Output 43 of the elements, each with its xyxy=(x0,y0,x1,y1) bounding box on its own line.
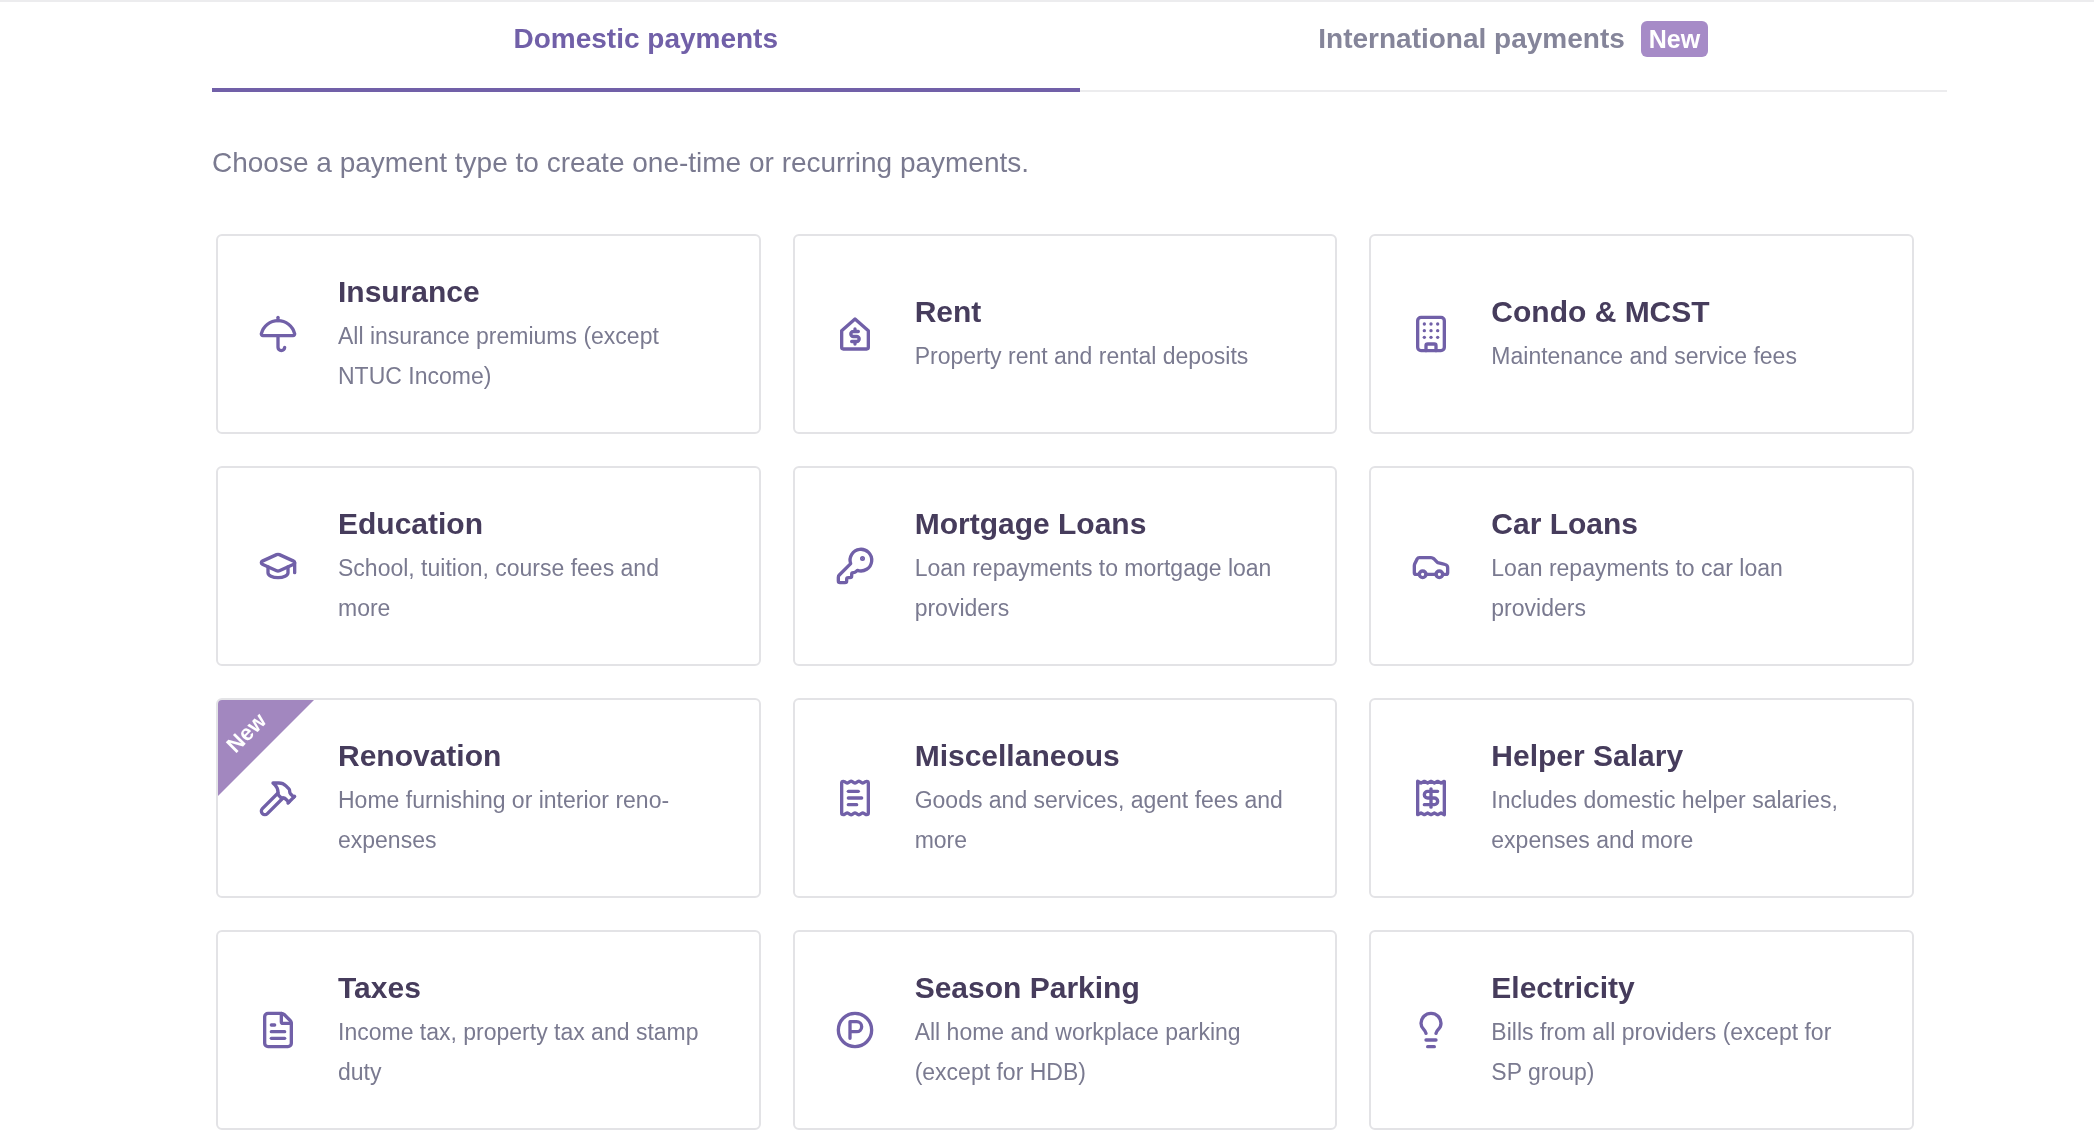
payment-type-card[interactable]: Helper Salary Includes domestic helper salaries, expenses and more xyxy=(1369,698,1914,898)
payment-type-card[interactable]: Insurance All insurance premiums (except NTUC Income) xyxy=(216,234,761,434)
key-icon xyxy=(834,546,875,586)
payment-type-card[interactable]: Season Parking All home and workplace parking (except for HDB) xyxy=(792,930,1338,1130)
card-title: Renovation xyxy=(338,738,503,774)
card-description: Maintenance and service fees xyxy=(1491,342,1797,371)
card-title: Insurance xyxy=(338,274,481,310)
card-description: Home furnishing or interior reno-expenses xyxy=(338,786,671,855)
payment-type-card[interactable]: Electricity Bills from all providers (except for SP group) xyxy=(1369,930,1914,1130)
payment-type-card[interactable]: Taxes Income tax, property tax and stamp duty xyxy=(216,930,761,1130)
card-title: Taxes xyxy=(338,970,422,1006)
card-description: All home and workplace parking (except for HDB) xyxy=(914,1018,1242,1087)
card-description: Loan repayments to car loan providers xyxy=(1491,554,1784,623)
umbrella-icon xyxy=(258,314,298,354)
card-title: Mortgage Loans xyxy=(914,506,1148,542)
card-title: Education xyxy=(338,506,484,542)
card-title: Helper Salary xyxy=(1491,738,1685,774)
card-title: Condo & MCST xyxy=(1491,294,1711,330)
card-description: Goods and services, agent fees and more xyxy=(914,786,1284,855)
card-title: Car Loans xyxy=(1491,506,1640,542)
card-description: All insurance premiums (except NTUC Income) xyxy=(338,322,660,391)
card-description: Loan repayments to mortgage loan providers xyxy=(914,554,1273,623)
new-badge: New xyxy=(1640,21,1709,57)
payment-type-card[interactable]: Education School, tuition, course fees and more xyxy=(216,466,761,666)
card-title: Electricity xyxy=(1491,970,1636,1006)
hammer-icon xyxy=(258,778,298,818)
parking-icon xyxy=(834,1010,875,1050)
payment-type-card[interactable]: Miscellaneous Goods and services, agent fees and more xyxy=(792,698,1338,898)
card-description: Bills from all providers (except for SP group) xyxy=(1491,1018,1833,1087)
payment-type-card[interactable]: Condo & MCST Maintenance and service fees xyxy=(1369,234,1914,434)
card-title: Season Parking xyxy=(914,970,1141,1006)
card-description: School, tuition, course fees and more xyxy=(338,554,660,623)
card-title: Miscellaneous xyxy=(914,738,1121,774)
tab[interactable]: International payments New xyxy=(1079,2,1947,92)
card-description: Income tax, property tax and stamp duty xyxy=(338,1018,700,1087)
payment-type-card[interactable]: Rent Property rent and rental deposits xyxy=(792,234,1338,434)
card-description: Includes domestic helper salaries, expenses and more xyxy=(1491,786,1839,855)
tab[interactable]: Domestic payments xyxy=(212,2,1080,92)
payment-type-card[interactable]: Mortgage Loans Loan repayments to mortgage loan providers xyxy=(792,466,1338,666)
intro-text: Choose a payment type to create one-time or recurring payments. xyxy=(212,146,1031,180)
payment-type-card[interactable]: Car Loans Loan repayments to car loan providers xyxy=(1369,466,1914,666)
card-title: Rent xyxy=(914,294,983,330)
card-description: Property rent and rental deposits xyxy=(914,342,1249,371)
